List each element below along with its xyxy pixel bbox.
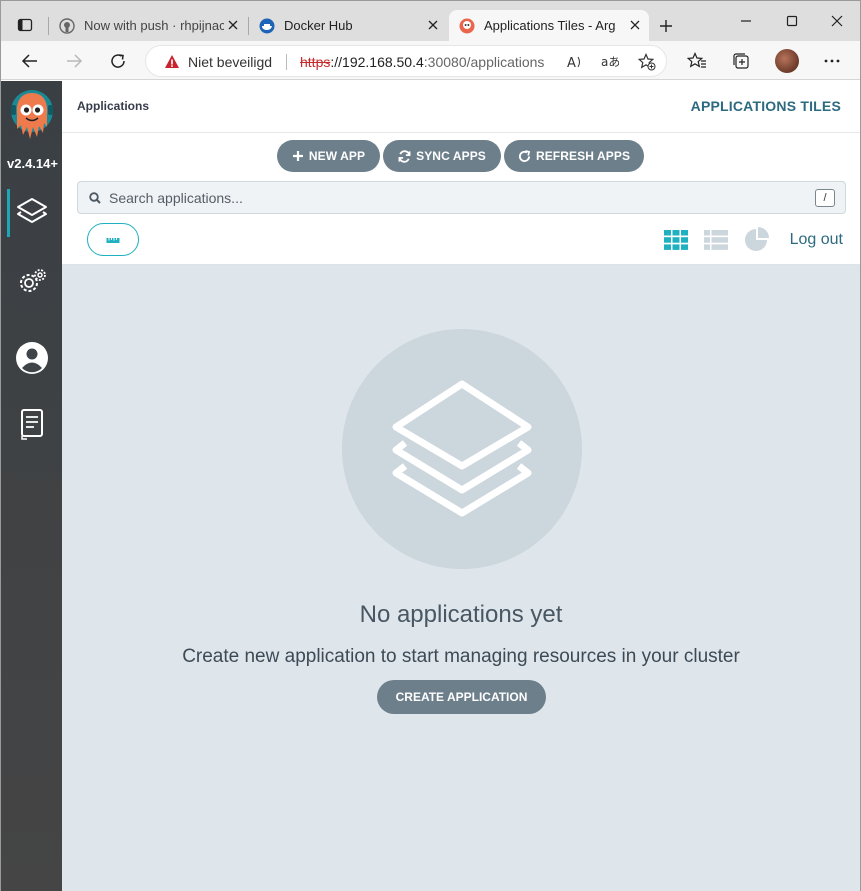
tab-title: Docker Hub [284,18,353,33]
new-tab-icon[interactable] [655,15,677,37]
plus-icon [292,151,303,161]
close-window-icon[interactable] [826,11,848,31]
close-tab-icon[interactable] [627,17,643,33]
user-icon [15,342,48,374]
argo-favicon-icon [459,18,475,34]
empty-state-illustration [342,329,582,569]
url-host: ://192.168.50.4 [330,54,424,70]
collections-icon[interactable] [730,50,752,72]
docker-icon [259,18,275,34]
browser-toolbar: Niet beveiligd https://192.168.50.4:3008… [1,41,860,80]
address-bar[interactable]: Niet beveiligd https://192.168.50.4:3008… [145,45,667,77]
argo-logo-icon[interactable] [7,89,57,147]
summary-view-icon[interactable] [744,227,770,251]
tiles-view-icon[interactable] [663,229,689,251]
sidebar-item-settings[interactable] [1,259,62,305]
url-scheme: https [300,54,331,70]
sidebar-item-applications[interactable] [1,189,62,237]
github-icon [59,17,75,34]
tab-docker-hub[interactable]: Docker Hub [249,10,447,41]
refresh-icon[interactable] [106,49,130,73]
url-divider [286,54,287,70]
ruler-icon [106,237,120,243]
read-aloud-icon[interactable]: A [566,53,584,71]
back-icon[interactable] [18,49,42,73]
tab-github[interactable]: Now with push · rhpijnacker [49,10,247,41]
actions-panel: NEW APP SYNC APPS REFRESH APPS / [62,133,860,265]
svg-text:aあ: aあ [601,55,619,69]
search-input[interactable] [109,187,799,209]
search-icon [89,192,101,204]
sync-apps-label: SYNC APPS [416,149,486,163]
close-tab-icon[interactable] [225,17,241,33]
filters-toggle-button[interactable] [87,223,139,256]
layers-icon [16,198,47,223]
more-options-icon[interactable] [821,50,843,72]
applications-content: No applications yet Create new applicati… [62,265,860,891]
document-icon [20,409,43,440]
warning-icon [165,55,179,68]
sync-apps-button[interactable]: SYNC APPS [383,140,501,172]
add-favorite-icon[interactable] [638,53,656,71]
new-app-button[interactable]: NEW APP [277,140,380,172]
tab-strip: Now with push · rhpijnacker Docker Hub A… [1,1,860,41]
refresh-apps-button[interactable]: REFRESH APPS [504,140,644,172]
list-view-icon[interactable] [703,229,729,251]
translate-icon[interactable]: aあ [601,53,619,71]
logout-link[interactable]: Log out [790,231,843,249]
tab-title: Now with push · rhpijnacker [84,18,224,33]
argocd-app: v2.4.14+ Applications APPLICATIONS TILES… [1,81,860,891]
close-tab-icon[interactable] [425,17,441,33]
minimize-icon[interactable] [735,11,757,31]
profile-avatar[interactable] [775,49,799,73]
redo-icon [518,149,531,162]
search-box[interactable]: / [77,181,846,214]
tab-actions-icon[interactable] [9,9,41,41]
tab-title: Applications Tiles - Argo CD [484,18,616,33]
refresh-apps-label: REFRESH APPS [535,149,631,163]
search-shortcut-hint: / [815,189,835,207]
gears-icon [19,269,46,292]
top-bar: Applications APPLICATIONS TILES [62,81,860,133]
security-status[interactable]: Niet beveiligd [188,54,272,70]
sidebar-item-documentation[interactable] [1,401,62,447]
layers-icon [392,380,532,517]
svg-text:A: A [567,56,576,70]
create-application-button[interactable]: CREATE APPLICATION [377,680,546,714]
forward-icon[interactable] [62,49,86,73]
new-app-label: NEW APP [308,149,366,163]
url-path: :30080/applications [423,54,545,70]
page-title: APPLICATIONS TILES [690,98,841,114]
version-label: v2.4.14+ [7,156,58,171]
tab-argo-cd[interactable]: Applications Tiles - Argo CD [449,10,649,41]
sidebar-item-user-info[interactable] [1,335,62,381]
sync-icon [398,149,411,163]
sidebar: v2.4.14+ [1,81,62,891]
breadcrumb[interactable]: Applications [77,99,149,113]
url-text[interactable]: https://192.168.50.4:30080/applications [300,54,544,70]
maximize-icon[interactable] [781,11,803,31]
empty-state-subtitle: Create new application to start managing… [182,646,740,667]
favorites-icon[interactable] [686,50,708,72]
empty-state-title: No applications yet [359,601,563,628]
browser-window: Now with push · rhpijnacker Docker Hub A… [0,0,861,891]
